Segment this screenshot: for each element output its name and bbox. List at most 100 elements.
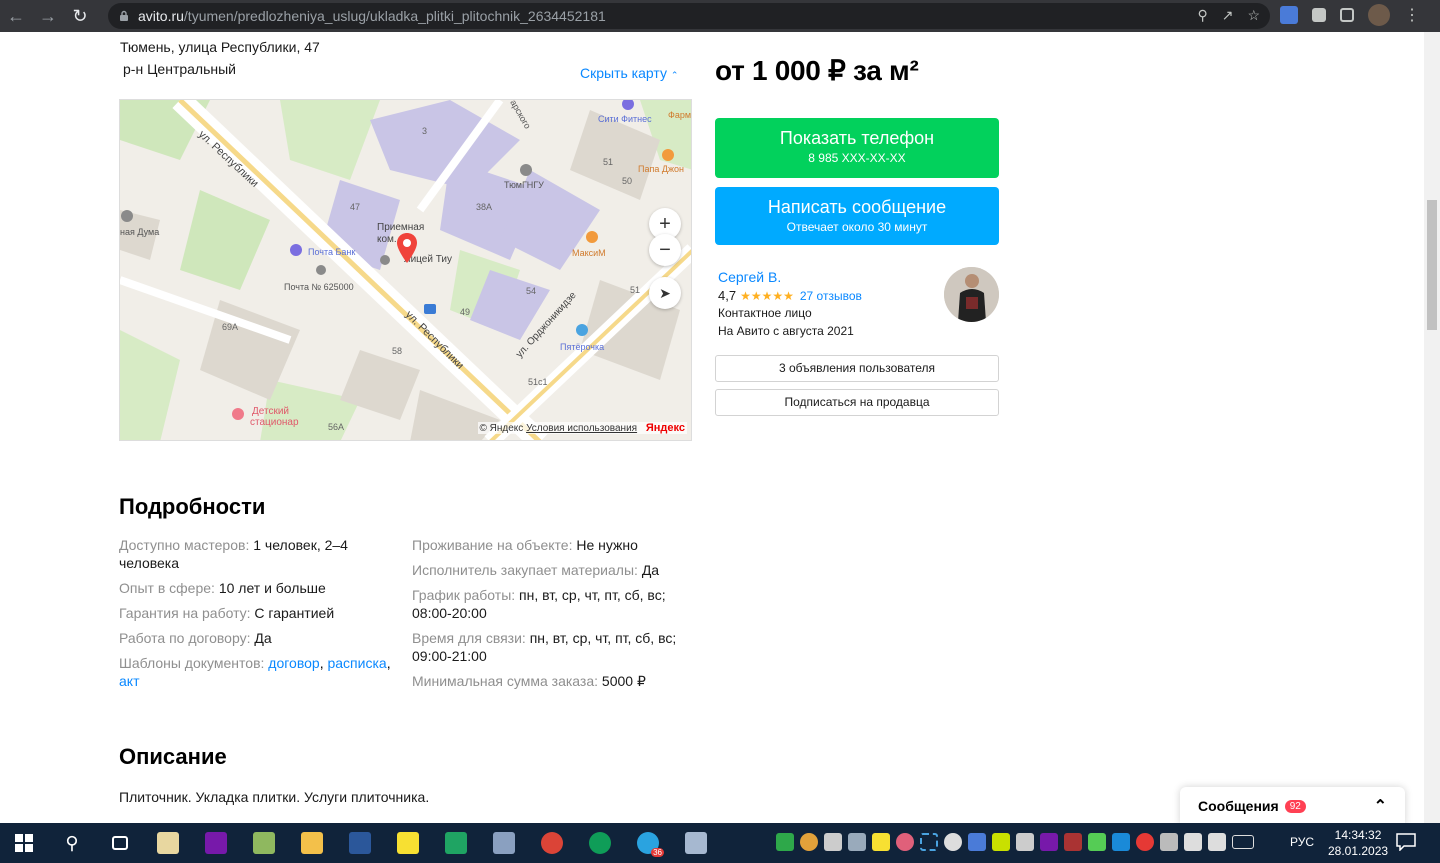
network-cable-icon[interactable] (1160, 833, 1178, 851)
clock-time: 14:34:32 (1334, 828, 1382, 842)
svg-text:54: 54 (526, 286, 536, 296)
document-icon[interactable] (824, 833, 842, 851)
telegram-badge: 36 (651, 848, 664, 857)
seller-name-link[interactable]: Сергей В. (718, 269, 781, 285)
page-scrollbar[interactable] (1424, 32, 1440, 823)
template-act-link[interactable]: акт (119, 673, 139, 689)
clock[interactable]: 14:34:32 28.01.2023 (1328, 827, 1388, 859)
messages-widget[interactable]: Сообщения 92 ⌃ (1180, 787, 1405, 823)
page-content: Тюмень, улица Республики, 47 р-н Централ… (0, 32, 1424, 823)
geolocate-button[interactable]: ➤ (649, 277, 681, 309)
svg-text:Детский: Детский (252, 406, 289, 417)
checkmark-icon[interactable] (992, 833, 1010, 851)
notes-icon[interactable] (872, 833, 890, 851)
tray-app-icon[interactable] (1064, 833, 1082, 851)
word-icon[interactable] (336, 823, 384, 863)
svg-text:стационар: стационар (250, 417, 299, 428)
onenote-icon[interactable] (192, 823, 240, 863)
detail-row: Проживание на объекте: Не нужно (412, 537, 638, 553)
chrome-icon[interactable] (528, 823, 576, 863)
share-icon[interactable]: ↗ (1222, 7, 1234, 24)
show-phone-button[interactable]: Показать телефон 8 985 XXX-XX-XX (715, 118, 999, 178)
map-canvas[interactable]: ул. Республики ул. Республики ул. Орджон… (120, 100, 692, 441)
url-text: avito.ru/tyumen/predlozheniya_uslug/ukla… (138, 8, 606, 24)
detail-row: Исполнитель закупает материалы: Да (412, 562, 660, 578)
volume-icon[interactable] (1208, 833, 1226, 851)
show-phone-label: Показать телефон (779, 128, 935, 148)
search-icon[interactable]: ⚲ (48, 823, 96, 863)
lock-icon (120, 10, 128, 21)
onenote-tray-icon[interactable] (1040, 833, 1058, 851)
profile-avatar[interactable] (1368, 4, 1390, 26)
wifi-icon[interactable] (1184, 833, 1202, 851)
response-time: Отвечает около 30 минут (786, 220, 928, 234)
messages-count-badge: 92 (1284, 799, 1306, 813)
map[interactable]: ул. Республики ул. Республики ул. Орджон… (119, 99, 692, 441)
detail-row: Опыт в сфере: 10 лет и больше (119, 580, 326, 596)
svg-text:МаксиМ: МаксиМ (572, 248, 606, 258)
sheets-app-icon[interactable] (240, 823, 288, 863)
input-language[interactable]: РУС (1290, 835, 1314, 849)
hide-map-link[interactable]: Скрыть карту ⌃ (580, 65, 678, 81)
svg-text:49: 49 (460, 307, 470, 317)
reload-icon[interactable]: ↻ (64, 0, 96, 32)
target-icon[interactable] (896, 833, 914, 851)
tray-app-icon[interactable] (800, 833, 818, 851)
app-icon[interactable] (480, 823, 528, 863)
monitor-icon[interactable] (848, 833, 866, 851)
menu-kebab-icon[interactable]: ⋮ (1404, 5, 1420, 25)
svg-text:Пятёрочка: Пятёрочка (560, 342, 604, 352)
detail-row: Работа по договору: Да (119, 630, 272, 646)
keyboard-icon[interactable] (1232, 835, 1254, 849)
calculator-icon[interactable] (672, 823, 720, 863)
address-bar[interactable]: avito.ru/tyumen/predlozheniya_uslug/ukla… (108, 3, 1270, 29)
notepad-icon[interactable] (144, 823, 192, 863)
tray-app-icon[interactable] (968, 833, 986, 851)
seller-rating: 4,7 ★★★★★ 27 отзывов (718, 288, 862, 303)
user-listings-button[interactable]: 3 объявления пользователя (715, 355, 999, 382)
subscribe-seller-button[interactable]: Подписаться на продавца (715, 389, 999, 416)
location-pin-icon (397, 233, 417, 263)
svg-text:Приемная: Приемная (377, 222, 424, 233)
svg-text:ная Дума: ная Дума (120, 227, 159, 237)
window-icon[interactable] (1016, 833, 1034, 851)
fx-icon[interactable] (1112, 833, 1130, 851)
detail-row-templates: Шаблоны документов: договор, расписка, а… (119, 655, 391, 689)
google-sheets-icon[interactable] (432, 823, 480, 863)
chrome-icon-2[interactable] (576, 823, 624, 863)
template-contract-link[interactable]: договор (268, 655, 319, 671)
translate-extension-icon[interactable] (1280, 6, 1298, 24)
steam-icon[interactable] (944, 833, 962, 851)
write-message-button[interactable]: Написать сообщение Отвечает около 30 мин… (715, 187, 999, 245)
svg-text:Сити Фитнес: Сити Фитнес (598, 114, 652, 124)
telegram-icon[interactable]: 36 (624, 823, 672, 863)
puzzle-extensions-icon[interactable] (1312, 8, 1326, 22)
side-panel-icon[interactable] (1340, 8, 1354, 22)
rating-value: 4,7 (718, 288, 737, 303)
tray-app-icon[interactable] (1088, 833, 1106, 851)
scrollbar-thumb[interactable] (1427, 200, 1437, 330)
tray-app-icon[interactable] (1136, 833, 1154, 851)
sticky-notes-icon[interactable] (384, 823, 432, 863)
notification-center-icon[interactable] (1396, 833, 1416, 851)
bookmark-star-icon[interactable]: ☆ (1247, 7, 1260, 24)
chevron-up-icon[interactable]: ⌃ (1374, 796, 1387, 816)
template-receipt-link[interactable]: расписка (327, 655, 386, 671)
back-icon[interactable]: ← (0, 0, 32, 32)
reviews-link[interactable]: 27 отзывов (800, 289, 862, 303)
forward-icon[interactable]: → (32, 0, 64, 32)
antivirus-icon[interactable] (776, 833, 794, 851)
svg-text:38А: 38А (476, 202, 492, 212)
svg-text:51: 51 (603, 157, 613, 167)
map-terms-link[interactable]: Условия использования (526, 423, 637, 434)
seller-avatar[interactable] (944, 267, 999, 322)
chevron-up-icon: ⌃ (670, 70, 679, 80)
task-view-icon[interactable] (96, 823, 144, 863)
snip-icon[interactable] (920, 833, 938, 851)
svg-text:Фарм: Фарм (668, 110, 691, 120)
windows-start-icon[interactable] (0, 823, 48, 863)
zoom-icon[interactable]: ⚲ (1197, 7, 1207, 24)
svg-text:Папа Джон: Папа Джон (638, 164, 684, 174)
zoom-out-button[interactable]: − (649, 234, 681, 266)
file-explorer-icon[interactable] (288, 823, 336, 863)
